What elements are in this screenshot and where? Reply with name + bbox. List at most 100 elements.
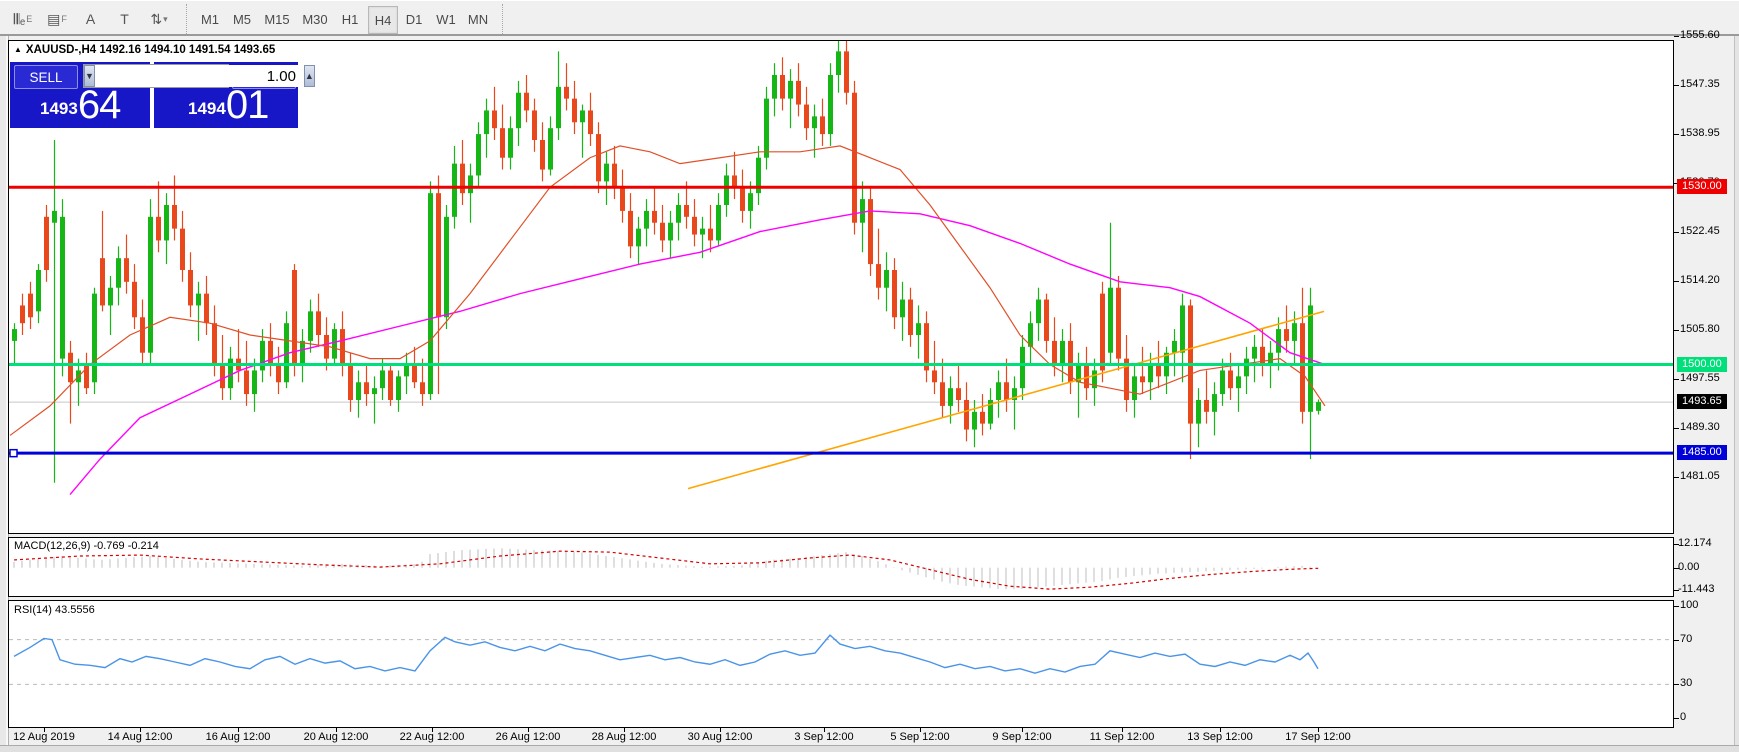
text-box-icon[interactable]: T bbox=[110, 6, 140, 32]
timeframe-button-h1[interactable]: H1 bbox=[336, 6, 364, 32]
time-axis-label: 3 Sep 12:00 bbox=[794, 731, 853, 743]
price-tick-dash bbox=[1674, 428, 1679, 429]
macd-tick-dash bbox=[1674, 590, 1679, 591]
price-tick-dash bbox=[1674, 232, 1679, 233]
candle-body bbox=[1036, 300, 1041, 324]
candle-body bbox=[36, 270, 41, 311]
timeframe-button-m15[interactable]: M15 bbox=[260, 6, 294, 32]
time-tick-dash bbox=[1022, 728, 1023, 732]
candle-body bbox=[796, 81, 801, 105]
candle-body bbox=[548, 128, 553, 169]
candle-body bbox=[1044, 300, 1049, 341]
time-tick-dash bbox=[624, 728, 625, 732]
candle-body bbox=[580, 110, 585, 122]
candle-body bbox=[164, 205, 169, 240]
candle-body bbox=[876, 264, 881, 288]
time-tick-dash bbox=[44, 728, 45, 732]
time-axis-label: 22 Aug 12:00 bbox=[400, 731, 465, 743]
timeframe-button-m30[interactable]: M30 bbox=[298, 6, 332, 32]
candle-body bbox=[500, 128, 505, 158]
chart-symbol-title: ▲XAUUSD-,H4 1492.16 1494.10 1491.54 1493… bbox=[14, 44, 275, 56]
timeframe-button-d1[interactable]: D1 bbox=[400, 6, 428, 32]
time-tick-dash bbox=[824, 728, 825, 732]
time-axis-label: 9 Sep 12:00 bbox=[992, 731, 1051, 743]
time-tick-dash bbox=[1220, 728, 1221, 732]
candle-body bbox=[724, 175, 729, 205]
candle-body bbox=[1204, 400, 1209, 412]
price-axis-tick: 1481.05 bbox=[1680, 470, 1720, 482]
candle-body bbox=[628, 211, 633, 246]
timeframe-button-w1[interactable]: W1 bbox=[432, 6, 460, 32]
text-label-icon: A bbox=[86, 11, 95, 27]
candle-body bbox=[940, 382, 945, 406]
candle-body bbox=[404, 365, 409, 377]
timeframe-button-m1[interactable]: M1 bbox=[196, 6, 224, 32]
candle-body bbox=[508, 128, 513, 158]
candle-body bbox=[1228, 370, 1233, 388]
indicators-icon[interactable]: 𝄃𝄃ₑE bbox=[8, 6, 38, 32]
candle-body bbox=[764, 99, 769, 158]
time-axis-label: 30 Aug 12:00 bbox=[688, 731, 753, 743]
candle-body bbox=[156, 217, 161, 241]
candle-body bbox=[1220, 370, 1225, 394]
sell-price-small: 1493 bbox=[40, 99, 78, 119]
candle-body bbox=[556, 87, 561, 128]
candle-body bbox=[140, 317, 145, 352]
candle-body bbox=[12, 329, 17, 341]
candle-body bbox=[884, 270, 889, 288]
candle-body bbox=[532, 110, 537, 140]
macd-pane[interactable] bbox=[8, 537, 1674, 597]
candle-body bbox=[868, 199, 873, 264]
time-tick-dash bbox=[140, 728, 141, 732]
candle-body bbox=[1196, 400, 1201, 424]
macd-signal-line bbox=[14, 551, 1318, 589]
cursor-arrows-icon[interactable]: ⇅▾ bbox=[144, 6, 174, 32]
time-tick-dash bbox=[528, 728, 529, 732]
rsi-line bbox=[14, 635, 1318, 673]
price-tick-dash bbox=[1674, 281, 1679, 282]
sell-price[interactable]: 1493 64 bbox=[40, 86, 120, 124]
candle-body bbox=[1140, 376, 1145, 382]
time-axis-label: 11 Sep 12:00 bbox=[1090, 731, 1155, 743]
candle-body bbox=[124, 258, 129, 282]
candle-body bbox=[676, 205, 681, 223]
macd-axis-tick: 12.174 bbox=[1678, 537, 1712, 549]
toolbar-separator bbox=[502, 4, 504, 34]
buy-price[interactable]: 1494 01 bbox=[188, 86, 268, 124]
candle-body bbox=[900, 300, 905, 318]
line-drag-handle[interactable] bbox=[10, 450, 17, 457]
time-axis-label: 13 Sep 12:00 bbox=[1187, 731, 1252, 743]
time-axis-label: 28 Aug 12:00 bbox=[592, 731, 657, 743]
candle-body bbox=[108, 288, 113, 306]
price-tick-dash bbox=[1674, 330, 1679, 331]
candle-body bbox=[700, 229, 705, 235]
candle-body bbox=[908, 300, 913, 335]
buy-price-small: 1494 bbox=[188, 99, 226, 119]
candle-body bbox=[436, 193, 441, 317]
text-label-icon[interactable]: A bbox=[76, 6, 106, 32]
candle-body bbox=[780, 75, 785, 99]
macd-chart bbox=[9, 538, 1673, 596]
grid-icon[interactable]: ▤F bbox=[42, 6, 72, 32]
candle-body bbox=[380, 370, 385, 388]
collapse-triangle-icon[interactable]: ▲ bbox=[14, 45, 22, 54]
rsi-axis-tick: 30 bbox=[1680, 677, 1692, 689]
candle-body bbox=[684, 205, 689, 217]
candle-body bbox=[468, 175, 473, 193]
candle-body bbox=[292, 270, 297, 365]
candle-body bbox=[844, 51, 849, 92]
timeframe-button-mn[interactable]: MN bbox=[464, 6, 492, 32]
candle-body bbox=[948, 388, 953, 406]
time-tick-dash bbox=[238, 728, 239, 732]
timeframe-button-m5[interactable]: M5 bbox=[228, 6, 256, 32]
candle-body bbox=[516, 93, 521, 128]
volume-increase-button[interactable]: ▲ bbox=[304, 65, 315, 87]
rsi-pane[interactable] bbox=[8, 600, 1674, 728]
candle-body bbox=[188, 270, 193, 305]
candle-body bbox=[44, 217, 49, 270]
volume-input[interactable] bbox=[95, 65, 304, 87]
candle-body bbox=[668, 223, 673, 241]
timeframe-button-h4[interactable]: H4 bbox=[368, 6, 398, 34]
price-axis-tick: 1522.45 bbox=[1680, 225, 1720, 237]
candle-body bbox=[28, 294, 33, 318]
